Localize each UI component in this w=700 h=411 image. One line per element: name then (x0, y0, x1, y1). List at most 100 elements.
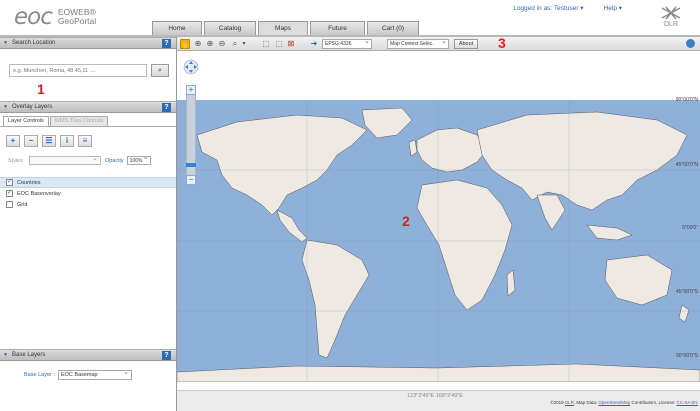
tab-home[interactable]: Home (152, 21, 202, 35)
collapse-icon: ▼ (3, 40, 8, 46)
map-toolbar: ✋ ⊕ ⊕ ⊖ ⌕ ▾ ⬚ ⬚ ⊠ ➜ EPSG:4326 Map Contex… (177, 35, 700, 51)
layer-list: ✓ Countries ✓ EOC Baseoverlay Grid (0, 177, 176, 210)
search-icon: ⌕ (158, 67, 162, 74)
layer-item-grid[interactable]: Grid (0, 199, 176, 210)
select-add-icon[interactable]: ⬚ (274, 39, 284, 49)
logo-text: EOWEB® GeoPortal (58, 8, 96, 26)
help-icon[interactable]: ? (162, 351, 171, 360)
tab-wms-tiles-controls[interactable]: WMS-Tiles Controls (49, 116, 109, 126)
overlay-layers-title: Overlay Layers (12, 104, 53, 110)
overlay-layers-body: Layer Controls WMS-Tiles Controls + − ☰ … (0, 113, 176, 349)
annotation-2: 2 (402, 213, 410, 229)
dlr-link[interactable]: DLR (565, 400, 574, 405)
copyright-mid: , Map Data: (573, 400, 599, 405)
osm-link[interactable]: OpenStreetMap (598, 400, 630, 405)
base-layers-header[interactable]: ▼ Base Layers ? (0, 349, 176, 361)
zoom-slider-handle[interactable] (186, 163, 196, 167)
license-link[interactable]: CC-SA-BY (676, 400, 698, 405)
remove-layer-icon[interactable]: − (24, 135, 38, 147)
lat-label: 90°00'0"N (675, 97, 698, 103)
logo-line2: GeoPortal (57, 16, 97, 26)
annotation-1: 1 (37, 81, 45, 97)
tab-divider (0, 126, 176, 127)
opacity-select[interactable]: 100% (126, 154, 151, 165)
help-icon[interactable]: ? (162, 103, 171, 112)
tab-catalog[interactable]: Catalog (204, 21, 256, 35)
base-layer-row: Base Layer : EOC Basemap (24, 368, 132, 380)
tab-layer-controls[interactable]: Layer Controls (3, 116, 49, 126)
opacity-label: Opacity (104, 157, 124, 164)
add-layer-icon[interactable]: + (6, 135, 20, 147)
lat-label: 90°00'0"S (676, 353, 698, 359)
layer-checkbox[interactable] (6, 201, 13, 208)
tab-cart[interactable]: Cart (0) (367, 21, 419, 35)
layer-checkbox[interactable]: ✓ (6, 179, 13, 186)
styles-select[interactable] (28, 154, 101, 165)
tab-maps[interactable]: Maps (258, 21, 308, 35)
legend-icon[interactable]: ≡ (78, 135, 92, 147)
dlr-emblem-icon (661, 6, 681, 20)
dropdown-chevron-icon[interactable]: ▾ (239, 39, 249, 49)
zoom-in-button[interactable]: + (186, 85, 196, 95)
info-icon[interactable]: i (60, 135, 74, 147)
base-layer-select[interactable]: EOC Basemap (57, 368, 132, 380)
select-box-icon[interactable]: ⬚ (261, 39, 271, 49)
collapse-icon: ▼ (3, 104, 8, 110)
zoom-out-icon[interactable]: ⊖ (217, 39, 227, 49)
map-viewport[interactable]: 90°00'0"N 45°00'0"N 0°00'0" 45°00'0"S 90… (177, 51, 700, 390)
map-context-select[interactable]: Map Context Selec. (387, 37, 449, 49)
zoom-in-icon[interactable]: ⊕ (205, 39, 215, 49)
layer-label: Countries (17, 179, 41, 186)
lat-label: 0°00'0" (682, 225, 698, 231)
styles-row: Styles Opacity 100% (8, 154, 151, 165)
globe-icon[interactable] (686, 39, 695, 48)
layer-label: EOC Baseoverlay (17, 190, 61, 197)
copyright-prefix: ©2019 (550, 400, 565, 405)
search-location-button[interactable]: ⌕ (151, 64, 169, 77)
about-button[interactable]: About (454, 39, 478, 49)
layer-toolbar: + − ☰ i ≡ (6, 135, 92, 147)
zoom-out-button[interactable]: − (186, 175, 196, 185)
layer-checkbox[interactable]: ✓ (6, 190, 13, 197)
projection-arrow-icon[interactable]: ➜ (309, 39, 319, 49)
layer-item-eoc-baseoverlay[interactable]: ✓ EOC Baseoverlay (0, 188, 176, 199)
styles-label: Styles (8, 157, 23, 164)
mouse-coordinates: 123°2'49"E 168°2'49"E (407, 393, 463, 399)
lat-label: 45°00'0"N (675, 162, 698, 168)
header: eoc EOWEB® GeoPortal Home Catalog Maps F… (0, 0, 700, 45)
search-location-title: Search Location (12, 40, 56, 46)
overlay-tabs: Layer Controls WMS-Tiles Controls (3, 116, 109, 126)
logo-mark: eoc (14, 4, 53, 30)
zoom-slider[interactable] (186, 95, 196, 175)
user-menu: Logged in as: Testuser ▾ Help ▾ (513, 4, 622, 12)
layer-list-icon[interactable]: ☰ (42, 135, 56, 147)
layer-label: Grid (17, 201, 28, 208)
overlay-layers-header[interactable]: ▼ Overlay Layers ? (0, 101, 176, 113)
logged-in-link[interactable]: Logged in as: Testuser ▾ (513, 4, 583, 12)
pan-hand-icon[interactable]: ✋ (180, 39, 191, 49)
search-location-header[interactable]: ▼ Search Location ? (0, 37, 176, 49)
left-panel: ▼ Search Location ? ⌕ 1 ▼ Overlay Layers… (0, 37, 177, 411)
layer-item-countries[interactable]: ✓ Countries (0, 177, 176, 188)
main-nav: Home Catalog Maps Future Products Cart (… (152, 21, 421, 45)
projection-select[interactable]: EPSG:4326 (322, 37, 372, 49)
app-root: eoc EOWEB® GeoPortal Home Catalog Maps F… (0, 0, 700, 411)
pan-arrows-icon (183, 59, 199, 75)
tab-future-products[interactable]: Future Products (310, 21, 365, 45)
help-link[interactable]: Help ▾ (604, 4, 622, 12)
pan-control[interactable] (183, 59, 199, 75)
dlr-text: DLR (663, 21, 678, 28)
search-location-input[interactable] (9, 64, 147, 77)
map-footer: 123°2'49"E 168°2'49"E ©2019 DLR, Map Dat… (177, 390, 700, 411)
logo[interactable]: eoc EOWEB® GeoPortal (14, 4, 96, 30)
world-map (177, 100, 700, 382)
dlr-logo[interactable]: DLR (656, 6, 686, 28)
zoom-box-icon[interactable]: ⊕ (193, 39, 203, 49)
collapse-icon: ▼ (3, 352, 8, 358)
copyright: ©2019 DLR, Map Data: OpenStreetMap Contr… (550, 400, 698, 405)
base-layer-label: Base Layer : (24, 372, 55, 378)
select-clear-icon[interactable]: ⊠ (286, 39, 296, 49)
zoom-bar: + − (186, 85, 196, 185)
base-layers-title: Base Layers (12, 352, 46, 358)
help-icon[interactable]: ? (162, 39, 171, 48)
